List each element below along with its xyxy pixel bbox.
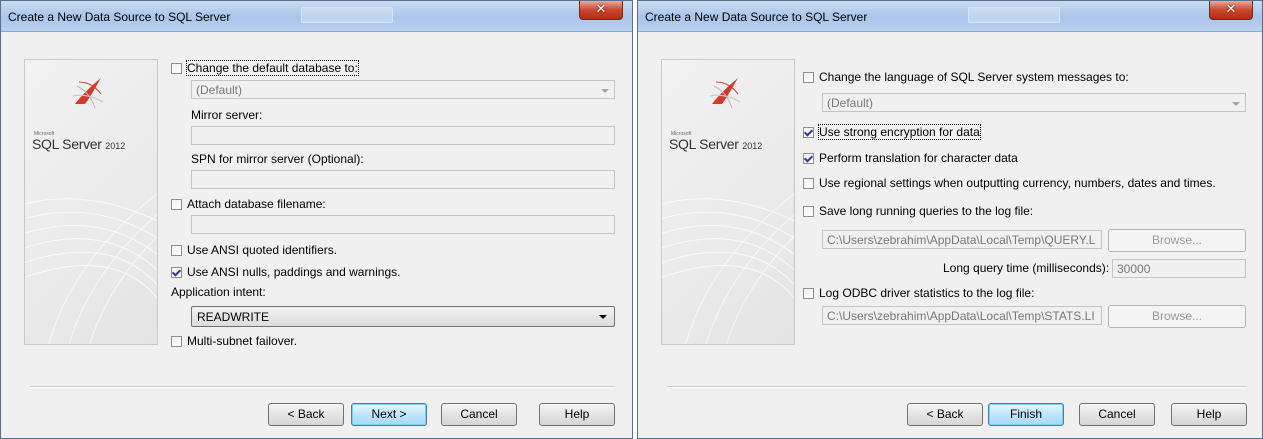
help-button[interactable]: Help xyxy=(539,403,615,426)
checkbox-label: Use ANSI quoted identifiers. xyxy=(187,243,338,257)
checkbox-box[interactable] xyxy=(803,177,814,189)
long-query-time-field[interactable]: 30000 xyxy=(1112,259,1246,278)
window-title: Create a New Data Source to SQL Server xyxy=(8,10,231,24)
checkbox-label: Attach database filename: xyxy=(187,197,326,211)
close-button[interactable]: ✕ xyxy=(579,1,623,20)
button-separator xyxy=(30,386,615,388)
next-button[interactable]: Next > xyxy=(351,403,427,426)
sql-server-logo-panel: Microsoft SQL Server 2012 xyxy=(24,59,158,345)
sql-server-brand: SQL Server xyxy=(669,136,739,152)
chevron-down-icon xyxy=(599,315,607,319)
character-translation-checkbox[interactable]: Perform translation for character data xyxy=(803,151,1018,165)
spn-mirror-field[interactable] xyxy=(191,170,615,189)
change-default-database-checkbox[interactable]: Change the default database to: xyxy=(171,60,359,76)
attach-database-checkbox[interactable]: Attach database filename: xyxy=(171,197,326,211)
dialog-client-area: Microsoft SQL Server 2012 Change the lan… xyxy=(645,32,1255,431)
close-icon: ✕ xyxy=(1225,2,1237,17)
checkbox-box[interactable] xyxy=(171,244,182,256)
combo-value: (Default) xyxy=(827,96,874,110)
checkbox-box[interactable] xyxy=(171,335,182,347)
ansi-quoted-identifiers-checkbox[interactable]: Use ANSI quoted identifiers. xyxy=(171,243,337,257)
checkbox-label: Change the language of SQL Server system… xyxy=(819,70,1129,84)
finish-button[interactable]: Finish xyxy=(988,403,1064,426)
dialog-client-area: Microsoft SQL Server 2012 Change the def… xyxy=(8,32,625,431)
query-log-path-field[interactable]: C:\Users\zebrahim\AppData\Local\Temp\QUE… xyxy=(822,230,1102,249)
change-language-checkbox[interactable]: Change the language of SQL Server system… xyxy=(803,70,1129,84)
title-bar-background xyxy=(301,7,393,23)
help-button[interactable]: Help xyxy=(1171,403,1247,426)
sql-server-logo-icon xyxy=(709,78,741,109)
cancel-button[interactable]: Cancel xyxy=(441,403,517,426)
title-bar[interactable]: Create a New Data Source to SQL Server ✕ xyxy=(1,1,632,32)
ansi-nulls-checkbox[interactable]: Use ANSI nulls, paddings and warnings. xyxy=(171,265,400,279)
application-intent-select[interactable]: READWRITE xyxy=(191,306,615,327)
mirror-server-label: Mirror server: xyxy=(191,108,263,122)
application-intent-label: Application intent: xyxy=(171,285,266,299)
strong-encryption-checkbox[interactable]: Use strong encryption for data xyxy=(803,124,981,140)
checkbox-box[interactable] xyxy=(803,126,814,138)
sql-server-version: 2012 xyxy=(105,141,126,151)
checkbox-label: Log ODBC driver statistics to the log fi… xyxy=(819,286,1035,300)
checkbox-label: Save long running queries to the log fil… xyxy=(819,204,1034,218)
select-value: READWRITE xyxy=(197,310,269,324)
checkbox-box[interactable] xyxy=(171,198,182,210)
checkbox-box[interactable] xyxy=(171,266,182,278)
sql-server-logo-panel: Microsoft SQL Server 2012 xyxy=(661,59,795,345)
checkbox-label: Perform translation for character data xyxy=(819,151,1018,165)
dialog-window-left: Create a New Data Source to SQL Server ✕ xyxy=(0,0,633,439)
spn-mirror-label: SPN for mirror server (Optional): xyxy=(191,152,364,166)
browse-stats-log-button[interactable]: Browse... xyxy=(1108,305,1246,328)
checkbox-box[interactable] xyxy=(803,287,814,299)
checkbox-label: Multi-subnet failover. xyxy=(187,334,298,348)
default-database-combo[interactable]: (Default) xyxy=(191,80,615,99)
checkbox-box[interactable] xyxy=(803,152,814,164)
window-title: Create a New Data Source to SQL Server xyxy=(645,10,868,24)
sql-server-logo-icon xyxy=(72,78,104,109)
checkbox-box[interactable] xyxy=(171,62,182,74)
back-button[interactable]: < Back xyxy=(907,403,983,426)
multi-subnet-failover-checkbox[interactable]: Multi-subnet failover. xyxy=(171,334,297,348)
back-button[interactable]: < Back xyxy=(268,403,344,426)
title-bar-background xyxy=(968,7,1060,23)
log-odbc-statistics-checkbox[interactable]: Log ODBC driver statistics to the log fi… xyxy=(803,286,1034,300)
close-icon: ✕ xyxy=(595,2,607,17)
checkbox-label: Change the default database to: xyxy=(186,60,359,76)
title-bar[interactable]: Create a New Data Source to SQL Server ✕ xyxy=(638,1,1262,32)
combo-value: (Default) xyxy=(196,83,243,97)
browse-query-log-button[interactable]: Browse... xyxy=(1108,229,1246,252)
long-query-time-label: Long query time (milliseconds): xyxy=(943,261,1110,275)
chevron-down-icon xyxy=(601,89,609,93)
close-button[interactable]: ✕ xyxy=(1209,1,1253,20)
checkbox-label: Use regional settings when outputting cu… xyxy=(819,176,1216,190)
checkbox-label: Use ANSI nulls, paddings and warnings. xyxy=(187,265,401,279)
mirror-server-field[interactable] xyxy=(191,126,615,145)
stats-log-path-field[interactable]: C:\Users\zebrahim\AppData\Local\Temp\STA… xyxy=(822,306,1102,325)
language-combo[interactable]: (Default) xyxy=(822,93,1246,112)
attach-database-field[interactable] xyxy=(191,215,615,234)
sql-server-wordmark: SQL Server 2012 xyxy=(669,136,762,152)
checkbox-label: Use strong encryption for data xyxy=(818,124,981,140)
save-long-queries-checkbox[interactable]: Save long running queries to the log fil… xyxy=(803,204,1033,218)
checkbox-box[interactable] xyxy=(803,205,814,217)
button-separator xyxy=(667,386,1247,388)
sql-server-brand: SQL Server xyxy=(32,136,102,152)
dialog-window-right: Create a New Data Source to SQL Server ✕ xyxy=(637,0,1263,439)
chevron-down-icon xyxy=(1232,102,1240,106)
regional-settings-checkbox[interactable]: Use regional settings when outputting cu… xyxy=(803,176,1216,190)
sql-server-wordmark: SQL Server 2012 xyxy=(32,136,125,152)
checkbox-box[interactable] xyxy=(803,71,814,83)
cancel-button[interactable]: Cancel xyxy=(1079,403,1155,426)
sql-server-version: 2012 xyxy=(742,141,763,151)
